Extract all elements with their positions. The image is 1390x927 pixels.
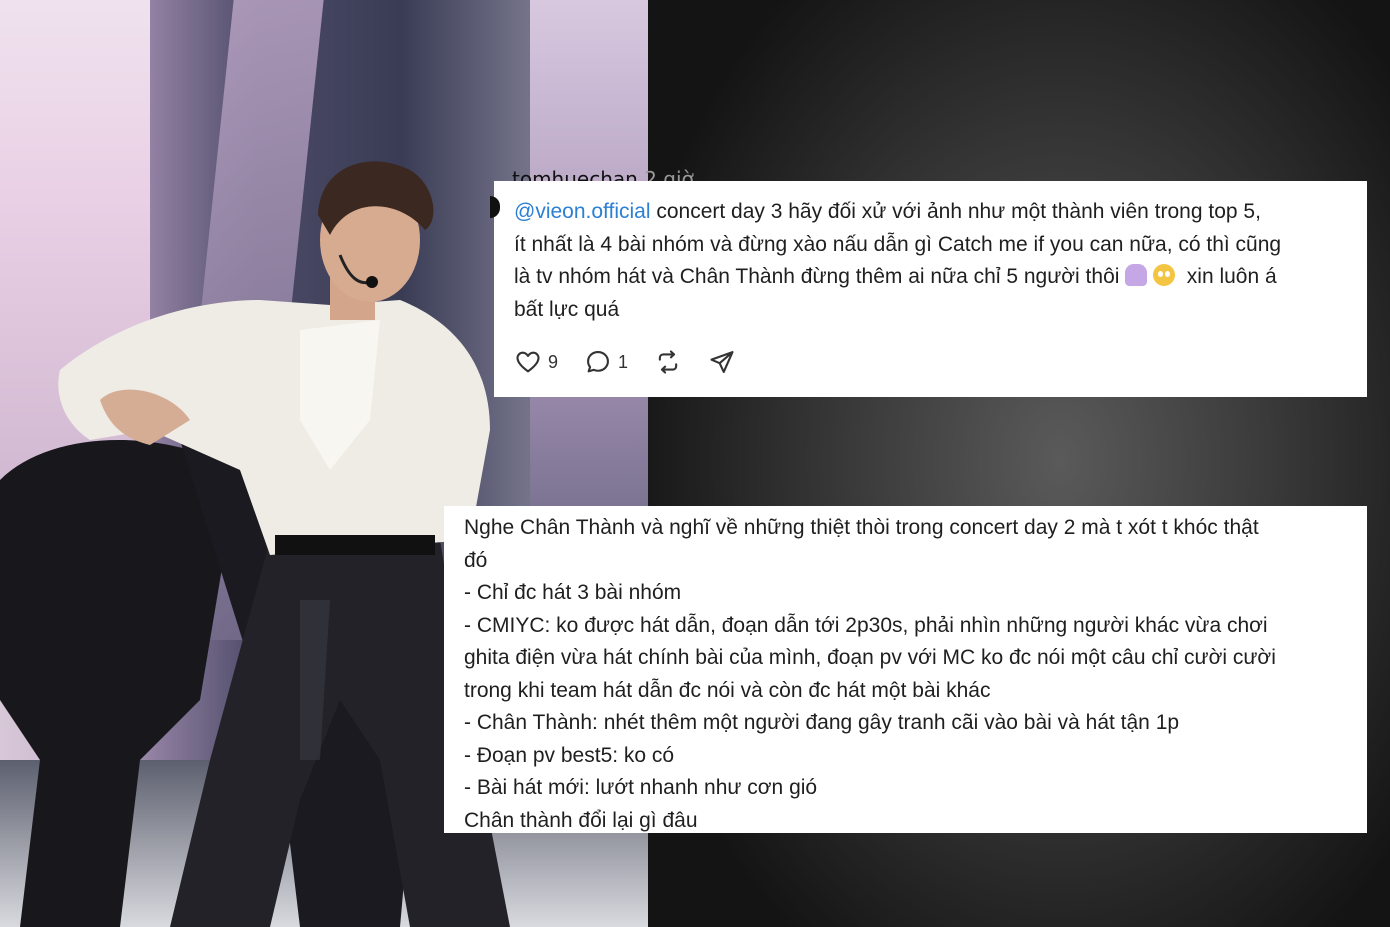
like-count: 9 [548, 351, 559, 372]
repost-button[interactable] [654, 348, 682, 376]
post-line: ghita điện vừa hát chính bài của mình, đ… [464, 646, 1276, 669]
heart-icon [516, 351, 540, 373]
post-author-header: tomhuechan 2 giờ [512, 167, 712, 181]
post-body: Nghe Chân Thành và nghĩ về những thiệt t… [464, 512, 1359, 837]
like-button[interactable]: 9 [514, 348, 558, 376]
pleading-face-emoji-icon [1153, 264, 1176, 286]
post-time: 2 giờ [644, 167, 694, 181]
comment-button[interactable]: 1 [584, 348, 628, 376]
comment-count: 1 [618, 351, 629, 372]
post-line: đó [464, 548, 488, 572]
comment-icon [587, 351, 609, 373]
post-line: trong khi team hát dẫn đc nói và còn đc … [464, 678, 991, 702]
repost-icon [658, 350, 678, 374]
post-line-1: @vieon.official concert day 3 hãy đối xử… [514, 200, 1261, 223]
post-line-3: là tv nhóm hát và Chân Thành đừng thêm a… [514, 264, 1277, 288]
post-card-bottom: Nghe Chân Thành và nghĩ về những thiệt t… [444, 506, 1367, 833]
post-line: - Bài hát mới: lướt nhanh như cơn gió [464, 776, 818, 799]
mention-link[interactable]: @vieon.official [514, 200, 651, 223]
post-line-2: ít nhất là 4 bài nhóm và đừng xào nấu dẫ… [514, 232, 1282, 256]
post-line: - Đoạn pv best5: ko có [464, 743, 675, 767]
post-line: - Chỉ đc hát 3 bài nhóm [464, 581, 682, 604]
folded-hands-emoji-icon [1125, 264, 1148, 286]
post-line: Chân thành đổi lại gì đâu [464, 808, 698, 832]
post-line: - Chân Thành: nhét thêm một người đang g… [464, 711, 1180, 734]
post-line: Nghe Chân Thành và nghĩ về những thiệt t… [464, 516, 1259, 539]
post-card-top: tomhuechan 2 giờ @vieon.official concert… [490, 167, 1367, 397]
post-body: @vieon.official concert day 3 hãy đối xử… [514, 196, 1359, 326]
avatar-edge [490, 196, 500, 218]
share-button[interactable] [708, 348, 736, 376]
send-icon [710, 351, 734, 373]
post-actions: 9 1 [514, 347, 762, 377]
post-line-4: bất lực quá [514, 297, 620, 321]
post-line: - CMIYC: ko được hát dẫn, đoạn dẫn tới 2… [464, 613, 1268, 637]
post-author-name[interactable]: tomhuechan [512, 167, 638, 181]
